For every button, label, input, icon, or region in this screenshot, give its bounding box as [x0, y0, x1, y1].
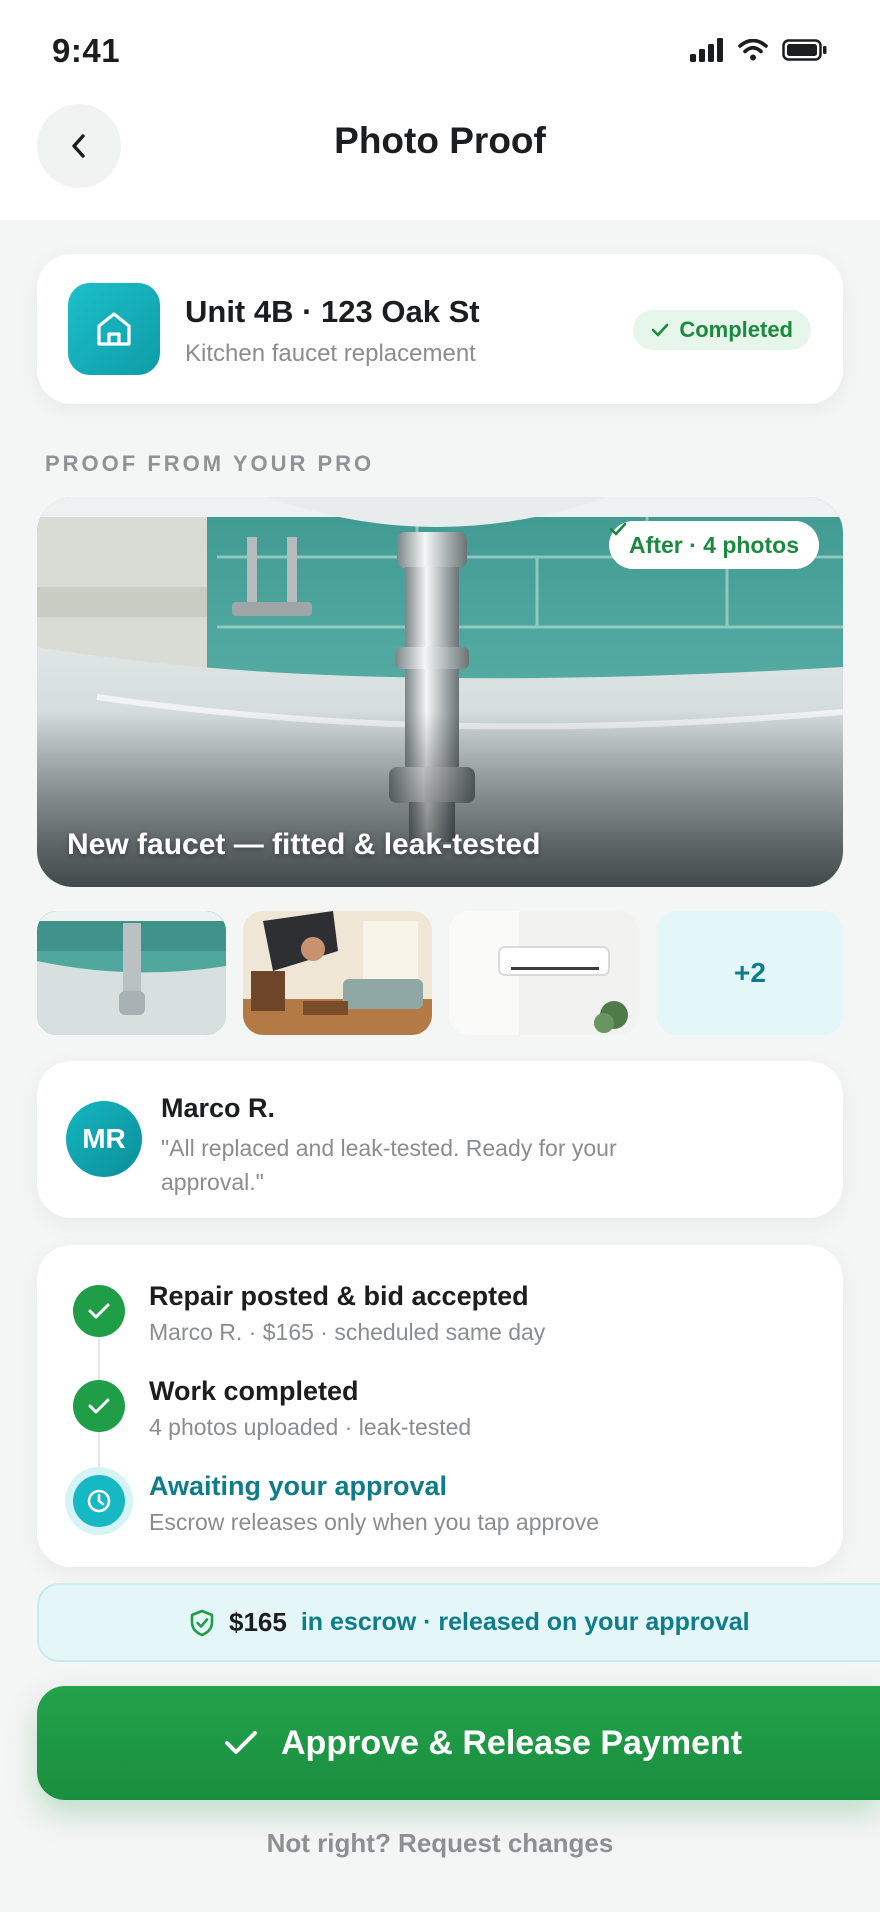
thumbnail-living-room-image	[243, 911, 432, 1035]
approve-release-label: Approve & Release Payment	[281, 1723, 743, 1762]
check-icon	[609, 522, 627, 536]
request-changes-link[interactable]: Not right? Request changes	[0, 1828, 880, 1859]
photo-count-badge: After · 4 photos	[609, 521, 819, 569]
hero-photo[interactable]: After · 4 photos New faucet — fitted & l…	[37, 497, 843, 887]
clock-icon	[73, 1475, 125, 1527]
wifi-icon	[738, 39, 768, 61]
check-circle-icon	[73, 1285, 125, 1337]
job-card[interactable]: Unit 4B · 123 Oak St Kitchen faucet repl…	[37, 254, 843, 404]
thumbnail-sink[interactable]	[37, 911, 226, 1035]
status-icons	[690, 38, 828, 62]
home-icon	[68, 283, 160, 375]
timeline-step-subtitle: 4 photos uploaded · leak-tested	[149, 1414, 472, 1440]
signal-icon	[690, 38, 723, 62]
photo-caption: New faucet — fitted & leak-tested	[67, 828, 541, 861]
section-label: PROOF FROM YOUR PRO	[45, 451, 375, 476]
thumbnail-sink-image	[37, 911, 226, 1035]
avatar: MR	[66, 1101, 142, 1177]
escrow-text: in escrow · released on your approval	[300, 1608, 750, 1636]
job-title: Unit 4B · 123 Oak St	[185, 294, 480, 329]
more-photos-button[interactable]: +2	[657, 911, 843, 1035]
status-badge: Completed	[633, 310, 811, 350]
approve-release-button[interactable]: Approve & Release Payment	[37, 1686, 880, 1800]
page-title: Photo Proof	[334, 120, 546, 161]
thumbnail-ac-unit-image	[449, 911, 638, 1035]
photo-count-label: After · 4 photos	[629, 531, 799, 558]
timeline-step-subtitle: Escrow releases only when you tap approv…	[149, 1509, 600, 1535]
timeline-step-title: Work completed	[149, 1376, 359, 1406]
thumbnail-ac-unit[interactable]	[449, 911, 638, 1035]
battery-icon	[782, 39, 827, 61]
pro-name: Marco R.	[161, 1093, 276, 1123]
status-time: 9:41	[52, 32, 121, 69]
escrow-amount: $165	[229, 1607, 287, 1637]
top-bar: 9:41 Photo Proof	[0, 0, 880, 220]
escrow-banner: $165 in escrow · released on your approv…	[37, 1583, 880, 1662]
status-bar: 9:41	[0, 0, 880, 100]
status-badge-label: Completed	[679, 317, 793, 342]
job-subtitle: Kitchen faucet replacement	[185, 340, 476, 367]
pro-quote: "All replaced and leak-tested. Ready for…	[161, 1135, 617, 1195]
timeline-step-title: Awaiting your approval	[149, 1471, 448, 1501]
timeline-step-title: Repair posted & bid accepted	[149, 1281, 529, 1311]
check-icon	[225, 1731, 257, 1754]
progress-timeline: Repair posted & bid accepted Marco R. · …	[37, 1245, 843, 1567]
check-icon	[652, 323, 669, 337]
timeline-step-subtitle: Marco R. · $165 · scheduled same day	[149, 1319, 546, 1345]
shield-check-icon	[190, 1609, 214, 1636]
thumbnail-living-room[interactable]	[243, 911, 432, 1035]
check-circle-icon	[73, 1380, 125, 1432]
pro-note-card: MR Marco R. "All replaced and leak-teste…	[37, 1061, 843, 1218]
